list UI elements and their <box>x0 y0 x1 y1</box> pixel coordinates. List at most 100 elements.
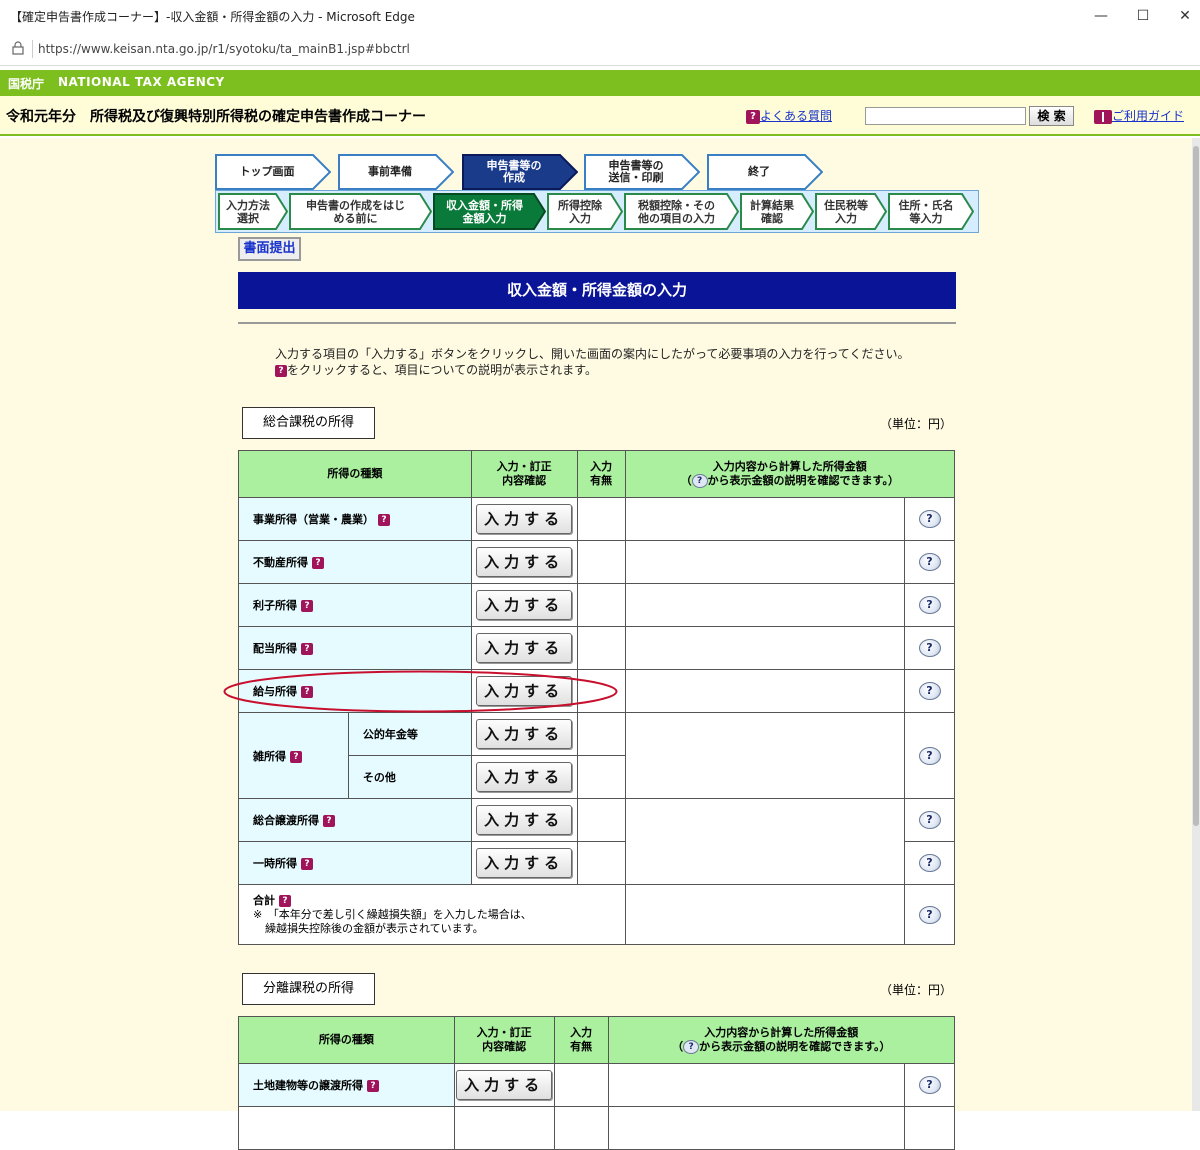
question-icon[interactable]: ? <box>301 858 313 870</box>
help-icon[interactable]: ? <box>918 682 941 700</box>
enter-button[interactable]: 入力する <box>476 633 573 663</box>
amount-cell <box>624 712 906 799</box>
section-tab-comprehensive: 総合課税の所得 <box>242 407 375 439</box>
search-button[interactable]: 検 索 <box>1029 106 1074 126</box>
help-cell: ? <box>904 841 955 885</box>
address-bar[interactable]: https://www.keisan.nta.go.jp/r1/syotoku/… <box>0 32 1200 66</box>
url-text[interactable]: https://www.keisan.nta.go.jp/r1/syotoku/… <box>38 42 410 56</box>
instruction-line-2-text: をクリックすると、項目についての説明が表示されます。 <box>287 363 597 377</box>
page-title: 収入金額・所得金額の入力 <box>238 272 956 309</box>
help-icon[interactable]: ? <box>918 854 941 872</box>
header-amount-line2: （? から表示金額の説明を確認できます。） <box>626 474 954 488</box>
help-icon[interactable]: ? <box>918 1076 941 1094</box>
enter-cell: 入力する <box>470 540 578 584</box>
scrollbar[interactable] <box>1192 138 1200 1111</box>
guide-link[interactable]: ご利用ガイド <box>1094 107 1184 124</box>
step-1[interactable]: トップ画面 <box>215 154 331 190</box>
enter-button[interactable]: 入力する <box>476 848 573 878</box>
minimize-button[interactable]: — <box>1088 4 1114 28</box>
header-type: 所得の種類 <box>238 450 472 498</box>
section-tab-separate: 分離課税の所得 <box>242 973 375 1005</box>
title-divider <box>238 322 956 324</box>
substep-5[interactable]: 税額控除・その 他の項目の入力 <box>624 193 739 230</box>
question-icon[interactable]: ? <box>290 750 302 763</box>
header-amount-line1: 入力内容から計算した所得金額 <box>712 460 867 473</box>
submit-document-button[interactable]: 書面提出 <box>238 237 301 261</box>
faq-label[interactable]: よくある質問 <box>760 109 832 123</box>
step-5[interactable]: 終了 <box>707 154 823 190</box>
enter-cell: 入力する <box>470 669 578 713</box>
substep-1[interactable]: 入力方法 選択 <box>218 193 288 230</box>
has-input-cell <box>576 669 626 713</box>
help-cell: ? <box>904 884 955 945</box>
question-icon[interactable]: ? <box>367 1080 379 1092</box>
income-type-text: 一時所得 <box>253 857 297 870</box>
help-icon[interactable]: ? <box>918 553 941 571</box>
income-type-label: 土地建物等の譲渡所得? <box>238 1063 455 1107</box>
question-icon: ? <box>746 109 760 124</box>
substep-8[interactable]: 住所・氏名 等入力 <box>888 193 974 230</box>
guide-label[interactable]: ご利用ガイド <box>1112 109 1184 123</box>
income-row: 土地建物等の譲渡所得? 入力する? <box>238 1063 955 1107</box>
question-icon[interactable]: ? <box>323 815 335 827</box>
agency-name-ja[interactable]: 国税庁 <box>8 75 44 92</box>
enter-button[interactable]: 入力する <box>476 762 573 792</box>
substep-3[interactable]: 収入金額・所得 金額入力 <box>433 193 546 230</box>
maximize-button[interactable]: ☐ <box>1130 4 1156 28</box>
substep-7[interactable]: 住民税等 入力 <box>815 193 887 230</box>
header-has-input: 入力 有無 <box>576 450 626 498</box>
site-search-input[interactable] <box>865 107 1026 125</box>
enter-button[interactable]: 入力する <box>476 676 573 706</box>
substep-4[interactable]: 所得控除 入力 <box>547 193 623 230</box>
help-icon[interactable]: ? <box>918 746 941 765</box>
substep-6[interactable]: 計算結果 確認 <box>740 193 814 230</box>
help-icon[interactable]: ? <box>918 905 941 924</box>
table-header-row: 所得の種類 入力・訂正 内容確認 入力 有無 入力内容から計算した所得金額（? から表示… <box>238 1016 956 1064</box>
enter-button[interactable]: 入力する <box>476 719 573 749</box>
header-amount: 入力内容から計算した所得金額（? から表示金額の説明を確認できます。） <box>607 1016 956 1064</box>
paren-open: （ <box>680 474 692 487</box>
header-amount-line1: 入力内容から計算した所得金額 <box>704 1026 859 1039</box>
income-type-label: 雑所得? <box>238 712 349 799</box>
enter-cell: 入力する <box>470 497 578 541</box>
substep-2[interactable]: 申告書の作成をはじ める前に <box>289 193 432 230</box>
instruction-line-1: 入力する項目の「入力する」ボタンをクリックし、開いた画面の案内にしたがって必要事… <box>275 347 910 361</box>
step-4[interactable]: 申告書等の 送信・印刷 <box>584 154 700 190</box>
enter-button[interactable]: 入力する <box>476 547 573 577</box>
enter-button[interactable]: 入力する <box>476 805 573 835</box>
step-3[interactable]: 申告書等の 作成 <box>462 154 578 190</box>
help-icon[interactable]: ? <box>918 811 941 829</box>
help-icon[interactable]: ? <box>918 510 941 528</box>
income-type-label: 不動産所得? <box>238 540 472 584</box>
question-icon[interactable]: ? <box>312 557 324 569</box>
help-icon[interactable]: ? <box>918 596 941 614</box>
question-icon[interactable]: ? <box>279 894 291 907</box>
separate-income-table: 所得の種類 入力・訂正 内容確認 入力 有無 入力内容から計算した所得金額（? から表示… <box>238 1016 956 1150</box>
income-row: 雑所得? 公的年金等 入力する? <box>238 712 955 799</box>
corner-header: 令和元年分 所得税及び復興特別所得税の確定申告書作成コーナー ? よくある質問 検… <box>0 96 1200 136</box>
question-icon[interactable]: ? <box>301 686 313 698</box>
question-icon[interactable]: ? <box>301 643 313 655</box>
substep-label: 住所・氏名 等入力 <box>898 198 954 225</box>
scrollbar-thumb[interactable] <box>1193 146 1199 826</box>
enter-button[interactable]: 入力する <box>476 590 573 620</box>
income-type-text: 土地建物等の譲渡所得 <box>253 1079 363 1092</box>
has-input-cell <box>576 583 626 627</box>
enter-button[interactable]: 入力する <box>476 504 573 534</box>
step-label: 事前準備 <box>368 165 412 178</box>
income-row: 利子所得? 入力する? <box>238 583 955 627</box>
amount-cell <box>624 798 906 885</box>
question-icon[interactable]: ? <box>301 600 313 612</box>
paren-open: （ <box>672 1040 684 1053</box>
close-button[interactable]: ✕ <box>1172 4 1198 28</box>
agency-name-en[interactable]: NATIONAL TAX AGENCY <box>58 75 225 89</box>
income-type-text: 配当所得 <box>253 642 297 655</box>
help-icon[interactable]: ? <box>918 639 941 657</box>
step-2[interactable]: 事前準備 <box>338 154 454 190</box>
question-icon[interactable]: ? <box>378 514 390 526</box>
enter-button[interactable]: 入力する <box>456 1070 553 1100</box>
faq-link[interactable]: ? よくある質問 <box>746 107 832 124</box>
total-note-line2: 繰越損失控除後の金額が表示されています。 <box>265 921 484 935</box>
help-cell: ? <box>904 540 955 584</box>
substep-label: 計算結果 確認 <box>750 198 794 225</box>
